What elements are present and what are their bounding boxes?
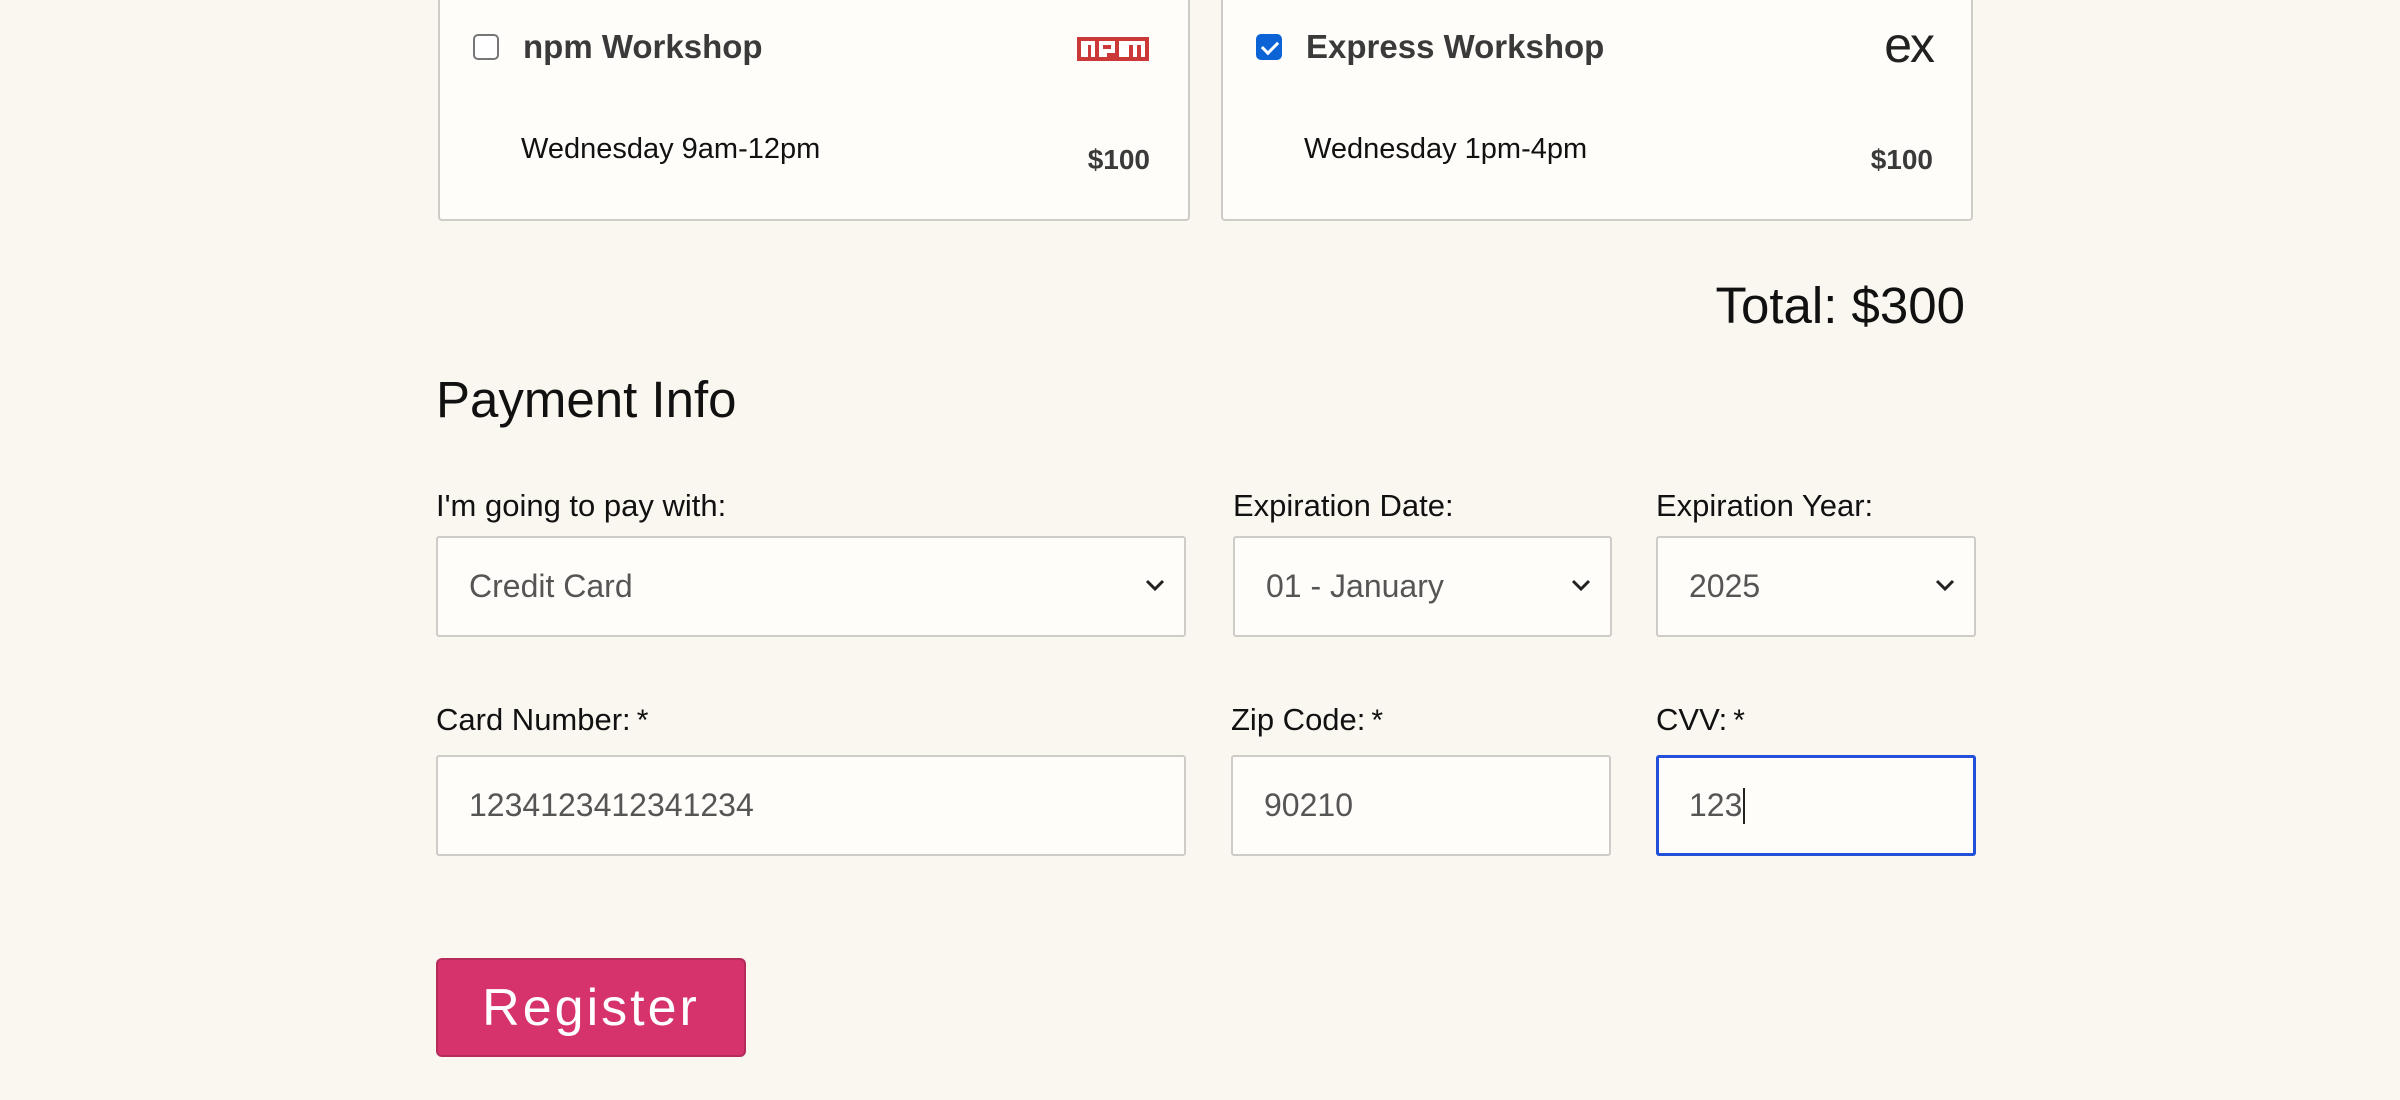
text-cursor bbox=[1743, 787, 1746, 824]
exp-date-label: Expiration Date: bbox=[1233, 488, 1454, 523]
zip-input[interactable]: 90210 bbox=[1231, 755, 1611, 856]
workshop-checkbox-npm[interactable] bbox=[473, 34, 499, 60]
registration-page: npm Workshop Wednesday 9am-12pm $100 Exp… bbox=[0, 0, 2400, 1100]
required-mark: * bbox=[636, 704, 649, 737]
exp-year-value: 2025 bbox=[1689, 568, 1761, 604]
card-number-input[interactable]: 1234123412341234 bbox=[436, 755, 1186, 856]
cvv-value: 123 bbox=[1689, 787, 1743, 823]
npm-logo-icon bbox=[1077, 37, 1149, 61]
required-mark: * bbox=[1371, 704, 1384, 737]
payment-info-title: Payment Info bbox=[436, 371, 737, 428]
chevron-down-icon bbox=[1145, 579, 1165, 592]
workshop-price: $100 bbox=[1087, 144, 1150, 175]
workshop-title: npm Workshop bbox=[523, 28, 763, 65]
total-price: Total: $300 bbox=[1715, 277, 1965, 334]
card-number-value: 1234123412341234 bbox=[469, 787, 754, 823]
express-logo-icon: ex bbox=[1884, 17, 1935, 73]
workshop-price: $100 bbox=[1870, 144, 1933, 175]
exp-date-value: 01 - January bbox=[1266, 568, 1444, 604]
card-number-label: Card Number: * bbox=[436, 702, 649, 737]
workshop-card-npm[interactable]: npm Workshop Wednesday 9am-12pm $100 bbox=[438, 0, 1190, 221]
zip-value: 90210 bbox=[1264, 787, 1353, 823]
cvv-input[interactable]: 123 bbox=[1656, 755, 1976, 856]
exp-year-label: Expiration Year: bbox=[1656, 488, 1874, 523]
exp-year-select[interactable]: 2025 bbox=[1656, 536, 1976, 637]
pay-with-value: Credit Card bbox=[469, 568, 633, 604]
register-button[interactable]: Register bbox=[436, 958, 746, 1057]
zip-label: Zip Code: * bbox=[1231, 702, 1384, 737]
exp-date-select[interactable]: 01 - January bbox=[1233, 536, 1612, 637]
required-mark: * bbox=[1733, 704, 1745, 737]
workshop-checkbox-express[interactable] bbox=[1256, 34, 1282, 60]
workshop-card-express[interactable]: Express Workshop ex Wednesday 1pm-4pm $1… bbox=[1221, 0, 1973, 221]
workshop-title: Express Workshop bbox=[1306, 28, 1605, 65]
cvv-label: CVV: * bbox=[1656, 702, 1745, 737]
chevron-down-icon bbox=[1571, 579, 1591, 592]
pay-with-select[interactable]: Credit Card bbox=[436, 536, 1186, 637]
pay-with-label: I'm going to pay with: bbox=[436, 488, 727, 523]
workshop-time: Wednesday 1pm-4pm bbox=[1304, 133, 1588, 165]
chevron-down-icon bbox=[1935, 579, 1955, 592]
workshop-time: Wednesday 9am-12pm bbox=[521, 133, 821, 165]
